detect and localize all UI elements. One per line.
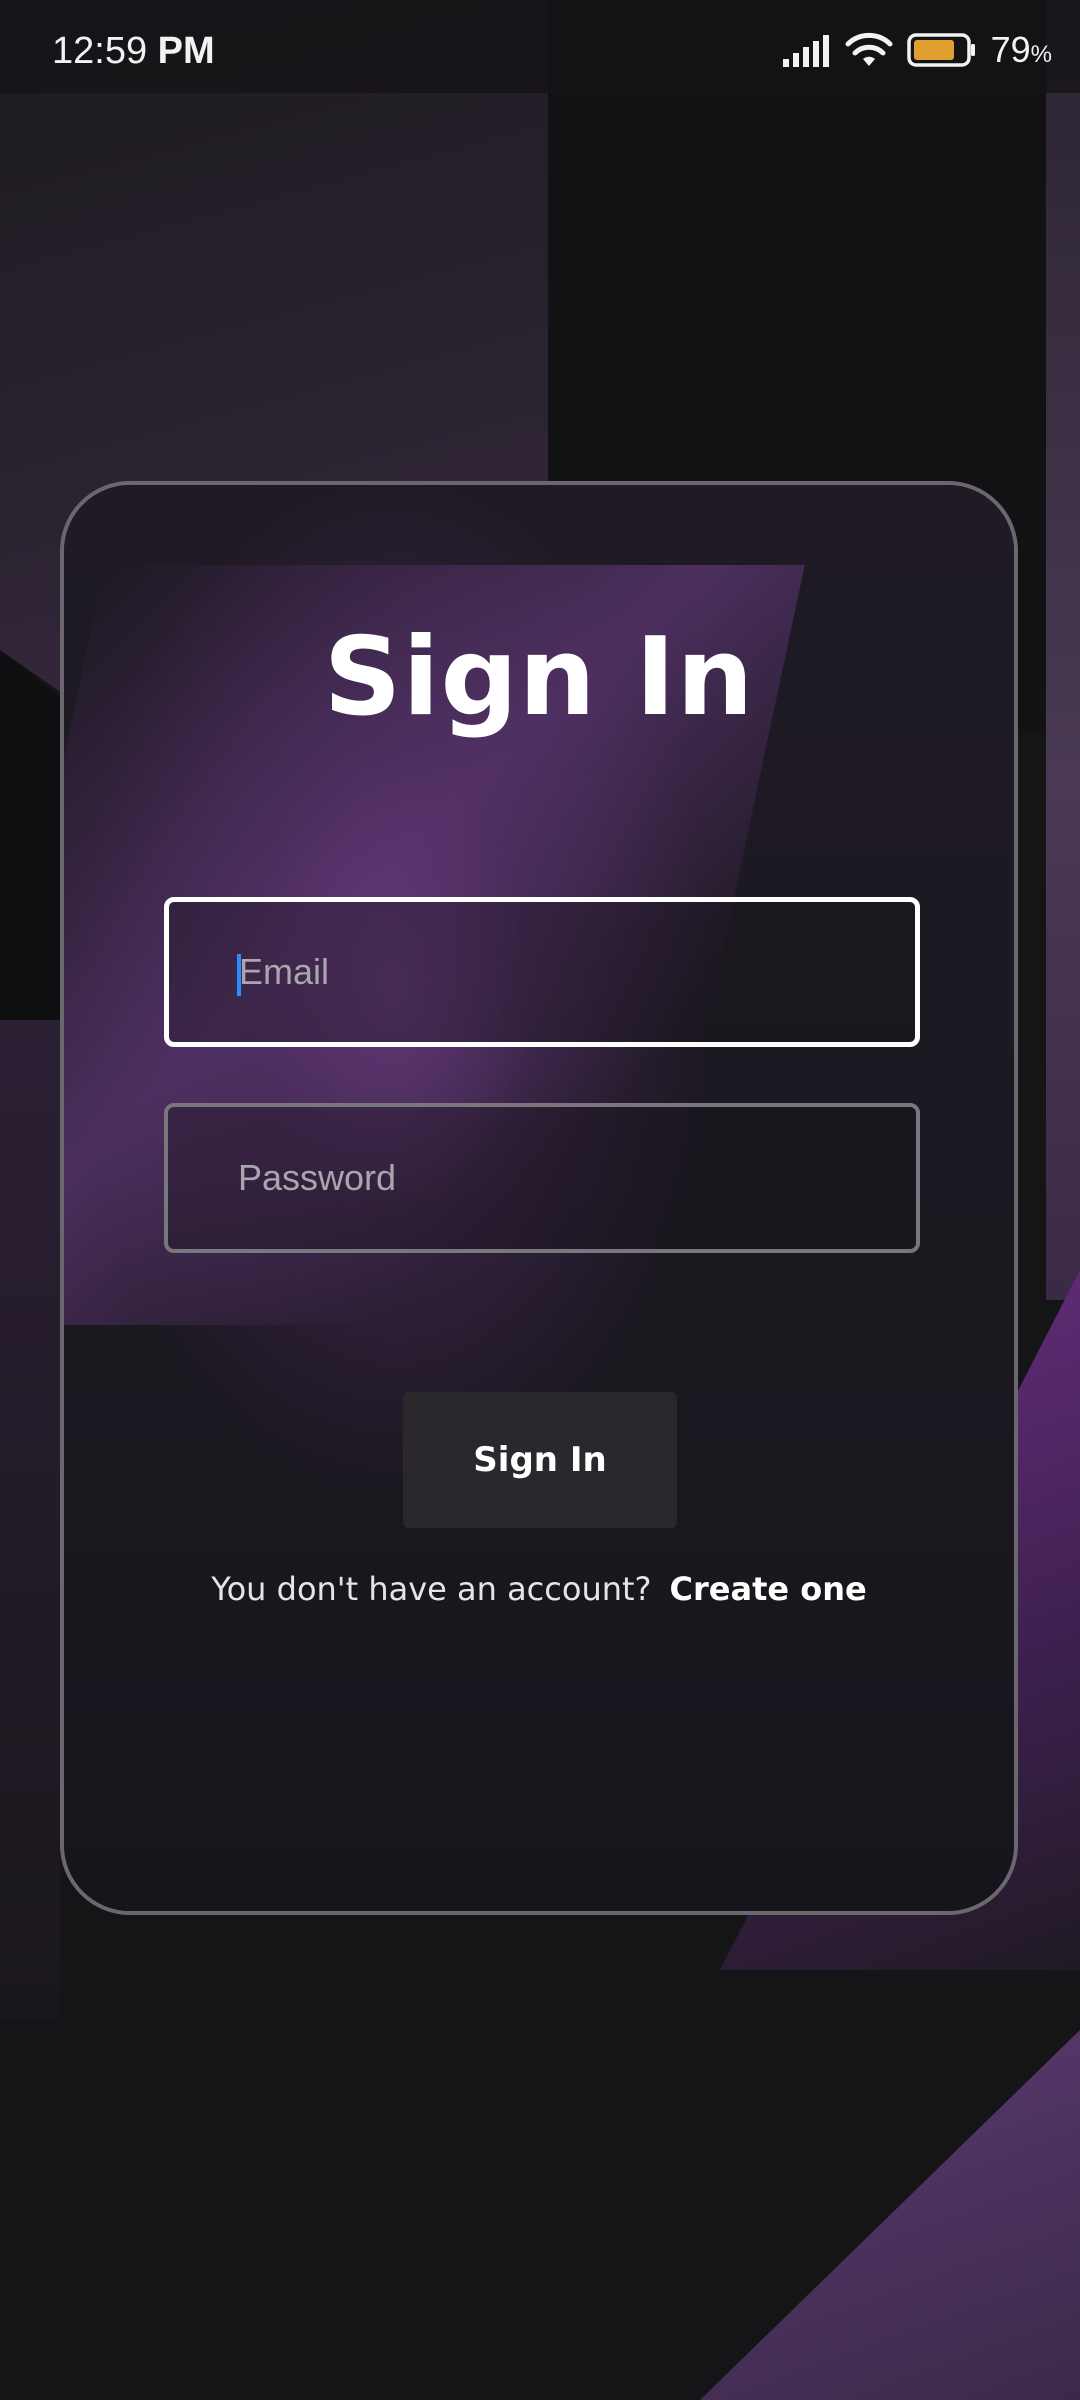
page-title: Sign In [323,615,755,740]
email-placeholder: Email [239,951,330,992]
battery-percent-suffix: % [1030,41,1052,68]
background-shape-right-strip [1046,0,1080,1300]
password-field[interactable]: Password [164,1103,920,1253]
background-shape-left-lower [0,1020,60,2020]
email-field[interactable]: Email [164,897,920,1047]
background-shape-bottom-right [700,2030,1080,2400]
password-placeholder: Password [238,1157,397,1198]
status-time-meridiem: PM [157,30,215,72]
no-account-text: You don't have an account? [211,1570,652,1608]
screen: 12:59 PM 79% Sign In Email Password Sign… [0,0,1080,2400]
status-time: 12:59 PM [52,30,215,73]
signal-icon [782,35,829,67]
signin-card: Sign In Email Password Sign In You don't… [60,481,1018,1915]
battery-percent: 79% [991,29,1052,71]
sign-in-button[interactable]: Sign In [403,1392,677,1528]
wifi-icon [845,32,893,66]
battery-icon [906,33,975,67]
create-account-line: You don't have an account? Create one [64,1570,1014,1608]
battery-fill [913,40,954,60]
status-icons: 79% [781,28,1052,72]
status-time-clock: 12:59 [52,30,148,72]
battery-percent-value: 79 [990,29,1031,70]
status-bar: 12:59 PM 79% [0,0,1080,93]
create-account-link[interactable]: Create one [670,1570,867,1608]
